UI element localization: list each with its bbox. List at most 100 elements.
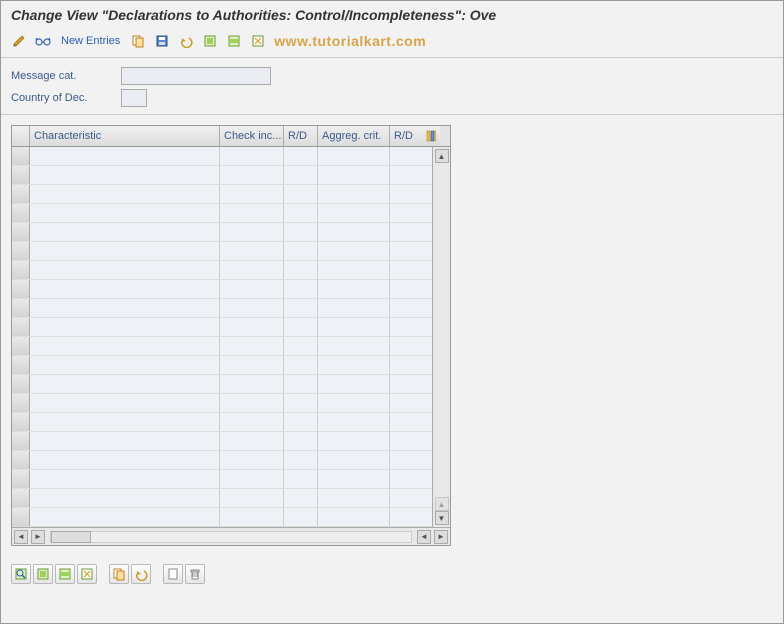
hscroll-track[interactable] <box>50 531 412 543</box>
row-selector[interactable] <box>12 147 30 165</box>
new-entries-button[interactable]: New Entries <box>61 35 120 47</box>
col-characteristic[interactable]: Characteristic <box>30 126 220 146</box>
cell-rd2[interactable] <box>390 451 422 469</box>
row-selector[interactable] <box>12 508 30 526</box>
table-row[interactable] <box>12 185 432 204</box>
col-check-inc[interactable]: Check inc... <box>220 126 284 146</box>
row-selector[interactable] <box>12 375 30 393</box>
cell-characteristic[interactable] <box>30 508 220 526</box>
cell-check-inc[interactable] <box>220 432 284 450</box>
cell-rd2[interactable] <box>390 223 422 241</box>
cell-rd1[interactable] <box>284 356 318 374</box>
cell-rd2[interactable] <box>390 204 422 222</box>
col-aggreg[interactable]: Aggreg. crit. <box>318 126 390 146</box>
cell-characteristic[interactable] <box>30 223 220 241</box>
cell-check-inc[interactable] <box>220 223 284 241</box>
cell-characteristic[interactable] <box>30 489 220 507</box>
cell-aggreg[interactable] <box>318 413 390 431</box>
cell-rd2[interactable] <box>390 394 422 412</box>
cell-aggreg[interactable] <box>318 489 390 507</box>
cell-characteristic[interactable] <box>30 432 220 450</box>
cell-rd2[interactable] <box>390 261 422 279</box>
table-row[interactable] <box>12 489 432 508</box>
table-row[interactable] <box>12 337 432 356</box>
cell-rd1[interactable] <box>284 185 318 203</box>
cell-check-inc[interactable] <box>220 299 284 317</box>
cell-aggreg[interactable] <box>318 508 390 526</box>
col-rd2[interactable]: R/D <box>390 126 422 146</box>
table-row[interactable] <box>12 223 432 242</box>
cell-rd2[interactable] <box>390 489 422 507</box>
select-all-bottom-icon[interactable] <box>33 564 53 584</box>
change-icon[interactable] <box>9 31 29 51</box>
country-input[interactable] <box>121 89 147 107</box>
cell-rd2[interactable] <box>390 432 422 450</box>
cell-aggreg[interactable] <box>318 375 390 393</box>
cell-characteristic[interactable] <box>30 204 220 222</box>
row-selector[interactable] <box>12 166 30 184</box>
cell-aggreg[interactable] <box>318 394 390 412</box>
cell-rd1[interactable] <box>284 147 318 165</box>
select-all-icon[interactable] <box>200 31 220 51</box>
cell-aggreg[interactable] <box>318 356 390 374</box>
row-selector[interactable] <box>12 242 30 260</box>
col-rd1[interactable]: R/D <box>284 126 318 146</box>
cell-characteristic[interactable] <box>30 166 220 184</box>
scroll-right-icon[interactable]: ► <box>434 530 448 544</box>
configure-columns-icon[interactable] <box>422 126 440 146</box>
row-selector[interactable] <box>12 261 30 279</box>
cell-check-inc[interactable] <box>220 204 284 222</box>
row-selector[interactable] <box>12 413 30 431</box>
cell-characteristic[interactable] <box>30 413 220 431</box>
cell-rd1[interactable] <box>284 432 318 450</box>
row-selector[interactable] <box>12 204 30 222</box>
cell-characteristic[interactable] <box>30 147 220 165</box>
header-selector[interactable] <box>12 126 30 146</box>
table-row[interactable] <box>12 375 432 394</box>
cell-rd2[interactable] <box>390 147 422 165</box>
cell-rd1[interactable] <box>284 508 318 526</box>
cell-rd2[interactable] <box>390 413 422 431</box>
cell-aggreg[interactable] <box>318 432 390 450</box>
cell-characteristic[interactable] <box>30 261 220 279</box>
table-row[interactable] <box>12 470 432 489</box>
cell-characteristic[interactable] <box>30 280 220 298</box>
cell-check-inc[interactable] <box>220 280 284 298</box>
table-row[interactable] <box>12 147 432 166</box>
select-block-icon[interactable] <box>224 31 244 51</box>
row-selector[interactable] <box>12 394 30 412</box>
vertical-scrollbar[interactable]: ▲ ▲ ▼ <box>432 147 450 527</box>
horizontal-scrollbar[interactable]: ◄ ► ◄ ► <box>12 527 450 545</box>
cell-check-inc[interactable] <box>220 337 284 355</box>
row-selector[interactable] <box>12 337 30 355</box>
cell-check-inc[interactable] <box>220 318 284 336</box>
cell-characteristic[interactable] <box>30 375 220 393</box>
cell-check-inc[interactable] <box>220 451 284 469</box>
cell-aggreg[interactable] <box>318 318 390 336</box>
scroll-left-icon[interactable]: ◄ <box>14 530 28 544</box>
cell-aggreg[interactable] <box>318 242 390 260</box>
copy-icon[interactable] <box>128 31 148 51</box>
row-selector[interactable] <box>12 489 30 507</box>
table-row[interactable] <box>12 261 432 280</box>
cell-rd1[interactable] <box>284 242 318 260</box>
cell-rd2[interactable] <box>390 356 422 374</box>
table-row[interactable] <box>12 318 432 337</box>
cell-rd1[interactable] <box>284 394 318 412</box>
table-row[interactable] <box>12 508 432 527</box>
cell-rd2[interactable] <box>390 242 422 260</box>
table-row[interactable] <box>12 394 432 413</box>
cell-rd1[interactable] <box>284 451 318 469</box>
cell-check-inc[interactable] <box>220 375 284 393</box>
cell-characteristic[interactable] <box>30 394 220 412</box>
cell-rd1[interactable] <box>284 489 318 507</box>
cell-aggreg[interactable] <box>318 337 390 355</box>
cell-characteristic[interactable] <box>30 242 220 260</box>
glasses-icon[interactable] <box>33 31 53 51</box>
table-row[interactable] <box>12 413 432 432</box>
cell-rd2[interactable] <box>390 337 422 355</box>
cell-aggreg[interactable] <box>318 166 390 184</box>
deselect-bottom-icon[interactable] <box>77 564 97 584</box>
new-row-icon[interactable] <box>163 564 183 584</box>
cell-check-inc[interactable] <box>220 166 284 184</box>
